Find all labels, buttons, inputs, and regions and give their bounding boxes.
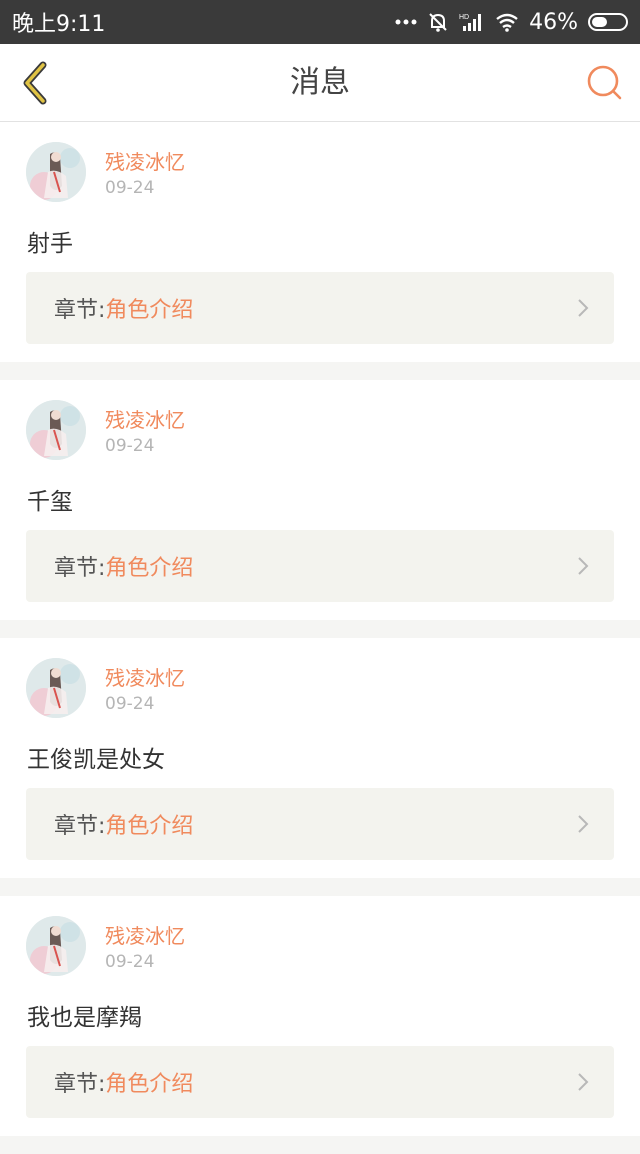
avatar-image [26, 400, 86, 460]
chevron-right-icon [578, 815, 589, 833]
avatar-image [26, 658, 86, 718]
chevron-right-icon [578, 1073, 589, 1091]
chapter-link[interactable]: 章节: 角色介绍 [26, 530, 614, 602]
page-title: 消息 [290, 65, 350, 100]
message-card: 残凌冰忆 09-24 王俊凯是处女 章节: 角色介绍 [0, 638, 640, 878]
chapter-name: 角色介绍 [105, 298, 194, 323]
message-content: 王俊凯是处女 [27, 747, 165, 773]
chevron-right-icon [578, 557, 589, 575]
more-dots-icon [395, 19, 417, 25]
message-date: 09-24 [105, 178, 155, 198]
message-date: 09-24 [105, 694, 155, 714]
message-content: 射手 [27, 231, 73, 257]
wifi-icon [495, 12, 519, 32]
signal-icon: HD [459, 12, 485, 32]
chapter-label: 章节: [54, 814, 106, 839]
avatar[interactable] [26, 658, 86, 718]
chapter-name: 角色介绍 [105, 1072, 194, 1097]
avatar-image [26, 916, 86, 976]
battery-percent: 46% [529, 9, 578, 35]
battery-icon [588, 13, 628, 31]
message-content: 千玺 [27, 489, 73, 515]
message-card: 残凌冰忆 09-24 我也是摩羯 章节: 角色介绍 [0, 896, 640, 1136]
message-card: 残凌冰忆 09-24 射手 章节: 角色介绍 [0, 122, 640, 362]
nav-bar: 消息 [0, 44, 640, 122]
message-date: 09-24 [105, 436, 155, 456]
avatar[interactable] [26, 400, 86, 460]
search-button[interactable] [584, 62, 626, 104]
chapter-name: 角色介绍 [105, 814, 194, 839]
message-list: 残凌冰忆 09-24 射手 章节: 角色介绍 残凌冰忆 09-24 千玺 章节: 角… [0, 122, 640, 1154]
chevron-right-icon [578, 299, 589, 317]
chapter-label: 章节: [54, 556, 106, 581]
chapter-label: 章节: [54, 1072, 106, 1097]
avatar-image [26, 142, 86, 202]
chapter-link[interactable]: 章节: 角色介绍 [26, 788, 614, 860]
status-bar: 晚上9:11 HD 46% [0, 0, 640, 44]
status-icons: HD 46% [395, 10, 628, 35]
message-content: 我也是摩羯 [27, 1005, 142, 1031]
message-date: 09-24 [105, 952, 155, 972]
username[interactable]: 残凌冰忆 [105, 662, 185, 691]
chapter-label: 章节: [54, 298, 106, 323]
username[interactable]: 残凌冰忆 [105, 404, 185, 433]
username[interactable]: 残凌冰忆 [105, 146, 185, 175]
svg-text:HD: HD [459, 14, 469, 21]
battery-level [592, 17, 607, 27]
message-card: 残凌冰忆 09-24 千玺 章节: 角色介绍 [0, 380, 640, 620]
chapter-name: 角色介绍 [105, 556, 194, 581]
chapter-link[interactable]: 章节: 角色介绍 [26, 1046, 614, 1118]
avatar[interactable] [26, 916, 86, 976]
avatar[interactable] [26, 142, 86, 202]
search-icon [587, 65, 622, 100]
status-time: 晚上9:11 [12, 12, 106, 37]
username[interactable]: 残凌冰忆 [105, 920, 185, 949]
mute-bell-icon [427, 11, 449, 33]
chapter-link[interactable]: 章节: 角色介绍 [26, 272, 614, 344]
